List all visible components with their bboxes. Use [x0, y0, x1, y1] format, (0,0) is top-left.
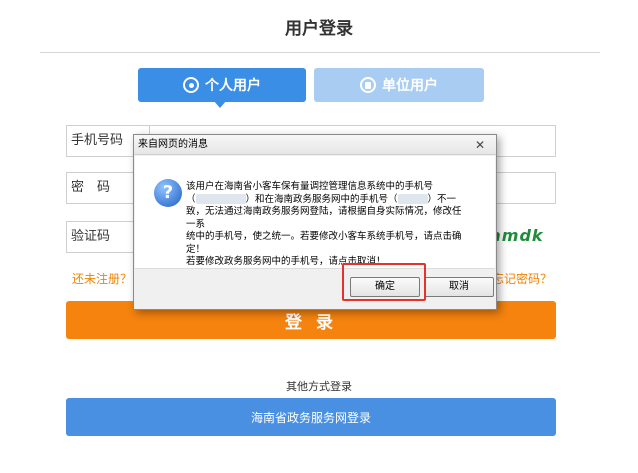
message-line: 致，无法通过海南政务服务网登陆，请根据自身实际情况，修改任一系: [186, 206, 462, 230]
redacted-phone: [397, 194, 428, 204]
message-line: 该用户在海南省小客车保有量调控管理信息系统中的手机号: [186, 181, 434, 192]
tab-label: 单位用户: [382, 78, 438, 94]
message-line: 统中的手机号，使之统一。若要修改小客车系统手机号，请点击确定！: [186, 231, 462, 255]
page-title: 用户登录: [285, 19, 353, 39]
dialog-title: 来自网页的消息: [134, 135, 496, 155]
message-line: 若要修改政务服务网中的手机号，请点击取消！: [186, 256, 386, 267]
redacted-phone: [195, 194, 246, 204]
captcha-image[interactable]: amdk: [490, 226, 544, 245]
question-icon: ?: [154, 179, 182, 207]
building-icon: [360, 77, 376, 93]
forgot-password-link[interactable]: 忘记密码？: [492, 270, 552, 287]
title-divider: [40, 52, 600, 53]
tab-personal-user[interactable]: 个人用户: [138, 68, 306, 102]
close-icon[interactable]: ✕: [470, 138, 490, 152]
ok-button-highlight: [342, 263, 426, 301]
dialog-message: 该用户在海南省小客车保有量调控管理信息系统中的手机号 （）和在海南政务服务网中的…: [186, 181, 470, 269]
gov-service-login-button[interactable]: 海南省政务服务网登录: [66, 398, 556, 436]
dialog-divider: [135, 268, 495, 269]
cancel-button[interactable]: 取消: [424, 277, 494, 297]
other-login-label: 其他方式登录: [286, 380, 352, 393]
message-line: （）和在海南政务服务网中的手机号（ ）不一: [186, 193, 457, 205]
message-dialog: 来自网页的消息 ✕ ? 该用户在海南省小客车保有量调控管理信息系统中的手机号 （…: [133, 134, 497, 310]
user-icon: [183, 77, 199, 93]
tab-unit-user[interactable]: 单位用户: [314, 68, 484, 102]
active-tab-caret: [213, 100, 227, 108]
register-link[interactable]: 还未注册？: [72, 270, 132, 287]
tab-label: 个人用户: [205, 78, 261, 94]
